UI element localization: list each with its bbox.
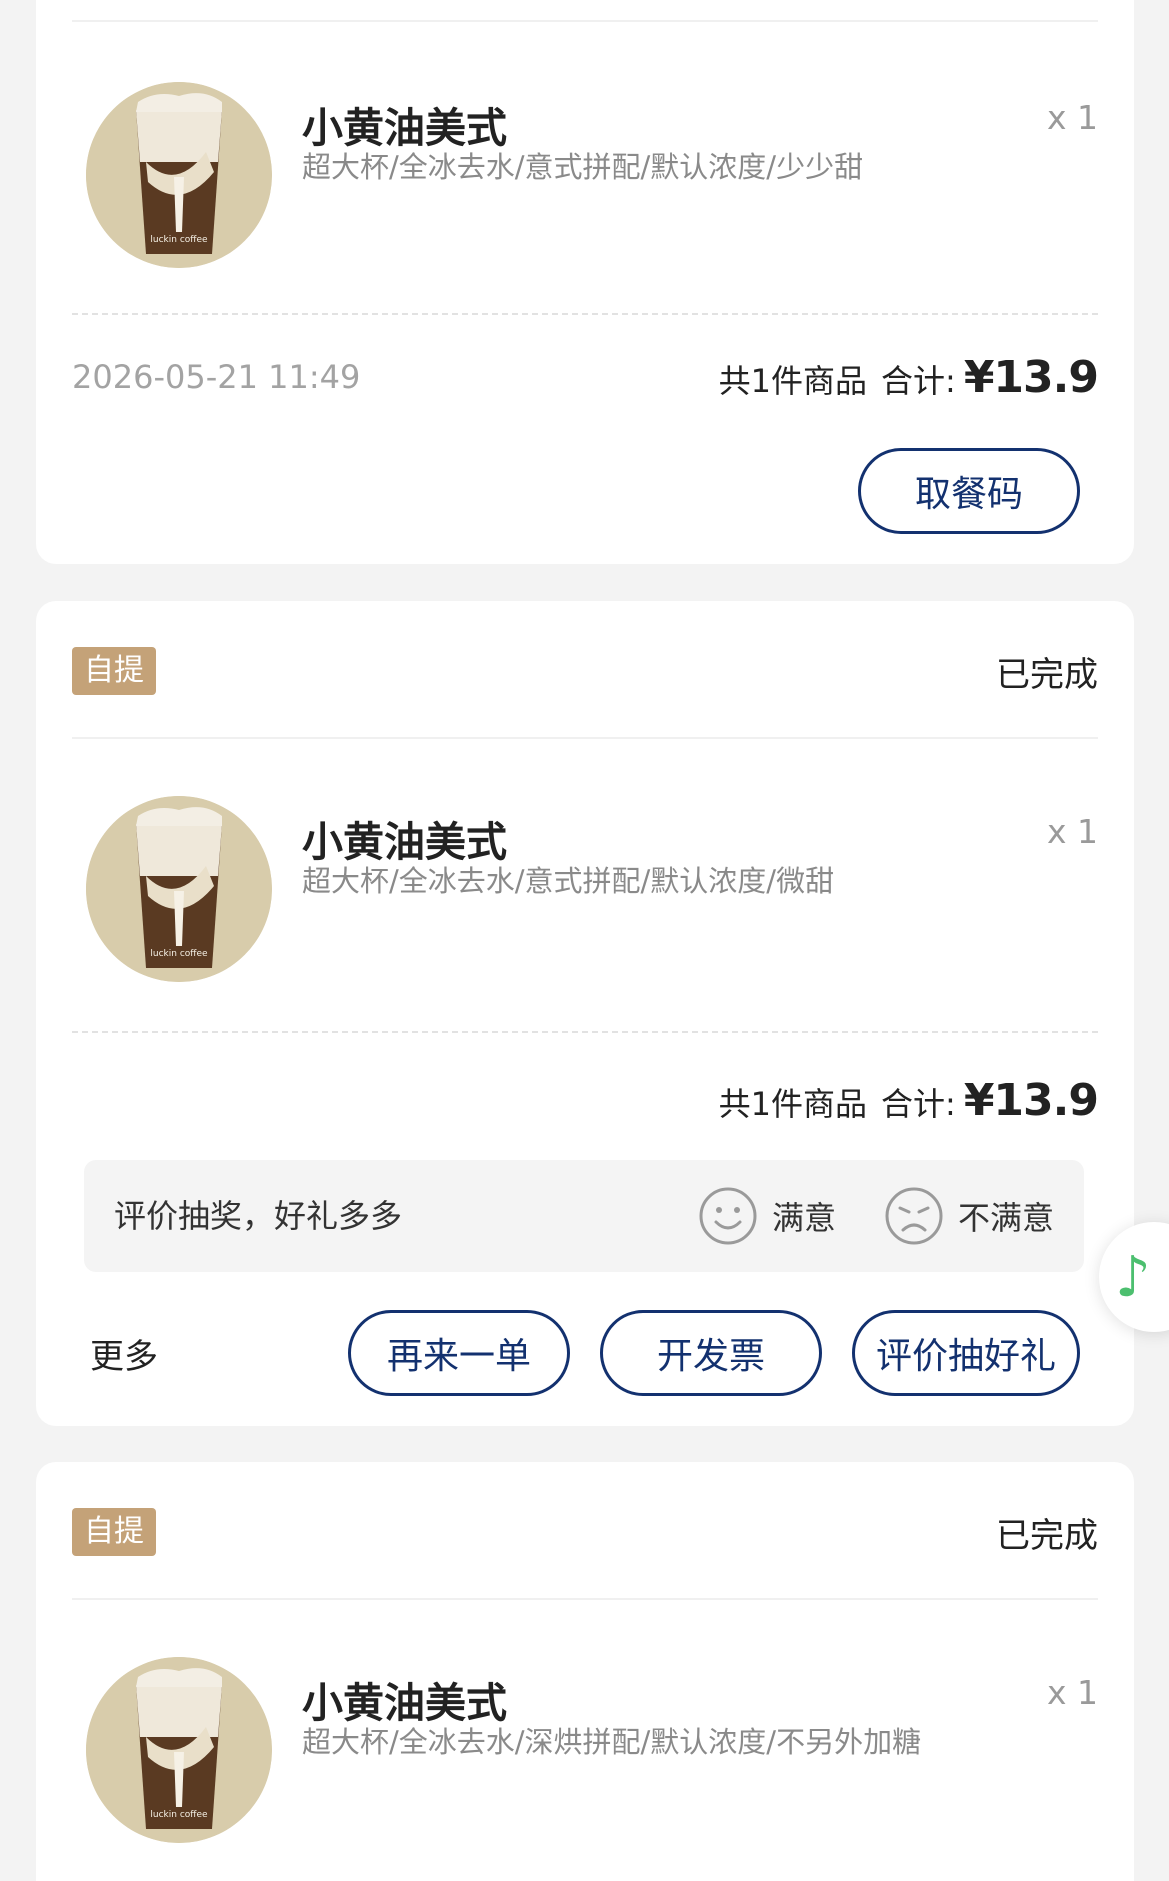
order-status: 已完成 bbox=[996, 1516, 1098, 1556]
quantity: x 1 bbox=[1046, 812, 1098, 851]
more-link[interactable]: 更多 bbox=[90, 1329, 158, 1378]
svg-text:luckin coffee: luckin coffee bbox=[150, 1810, 208, 1820]
total-price: ¥13.9 bbox=[963, 352, 1099, 403]
reorder-button[interactable]: 再来一单 bbox=[348, 1310, 570, 1396]
pickup-tag: 自提 bbox=[72, 647, 156, 695]
product-spec: 超大杯/全冰去水/意式拼配/默认浓度/少少甜 bbox=[302, 150, 864, 184]
order-card[interactable]: luckin coffee 小黄油美式 超大杯/全冰去水/意式拼配/默认浓度/少… bbox=[36, 0, 1134, 564]
order-total: 共1件商品 合计: ¥13.9 bbox=[718, 1075, 1099, 1126]
product-spec: 超大杯/全冰去水/深烘拼配/默认浓度/不另外加糖 bbox=[302, 1725, 922, 1759]
product-spec: 超大杯/全冰去水/意式拼配/默认浓度/微甜 bbox=[302, 864, 835, 898]
svg-text:luckin coffee: luckin coffee bbox=[150, 949, 208, 959]
quantity: x 1 bbox=[1046, 1673, 1098, 1712]
quantity: x 1 bbox=[1046, 98, 1098, 137]
rating-prompt: 评价抽奖，好礼多多 bbox=[114, 1197, 403, 1235]
order-status: 已完成 bbox=[996, 655, 1098, 695]
satisfied-label: 满意 bbox=[772, 1199, 837, 1237]
pickup-tag: 自提 bbox=[72, 1508, 156, 1556]
svg-text:luckin coffee: luckin coffee bbox=[150, 235, 208, 245]
pickup-code-button[interactable]: 取餐码 bbox=[858, 448, 1080, 534]
sad-face-icon bbox=[885, 1187, 943, 1245]
order-total: 共1件商品 合计: ¥13.9 bbox=[718, 352, 1099, 403]
item-count: 共1件商品 bbox=[718, 362, 868, 400]
product-image: luckin coffee bbox=[86, 1657, 272, 1843]
divider bbox=[72, 20, 1098, 22]
product-image: luckin coffee bbox=[86, 82, 272, 268]
invoice-button[interactable]: 开发票 bbox=[600, 1310, 822, 1396]
satisfied-option[interactable]: 满意 bbox=[698, 1160, 836, 1272]
divider bbox=[72, 1598, 1098, 1600]
unsatisfied-label: 不满意 bbox=[958, 1199, 1055, 1237]
review-button[interactable]: 评价抽好礼 bbox=[852, 1310, 1080, 1396]
product-image: luckin coffee bbox=[86, 796, 272, 982]
divider bbox=[72, 313, 1098, 315]
rating-banner: 评价抽奖，好礼多多 满意 不满意 bbox=[84, 1160, 1084, 1272]
order-card[interactable]: 自提 已完成 luckin coffee 小黄油美式 超大杯/全冰去水/深烘拼配… bbox=[36, 1462, 1134, 1881]
order-time: 2026-05-21 11:49 bbox=[72, 358, 361, 396]
divider bbox=[72, 737, 1098, 739]
order-card[interactable]: 自提 已完成 luckin coffee 小黄油美式 超大杯/全冰去水/意式拼配… bbox=[36, 601, 1134, 1426]
sum-label: 合计: bbox=[881, 362, 956, 400]
music-note-icon: ♪ bbox=[1115, 1244, 1151, 1310]
total-price: ¥13.9 bbox=[963, 1075, 1099, 1126]
smile-icon bbox=[699, 1187, 757, 1245]
unsatisfied-option[interactable]: 不满意 bbox=[884, 1160, 1054, 1272]
item-count: 共1件商品 bbox=[718, 1085, 868, 1123]
divider bbox=[72, 1031, 1098, 1033]
sum-label: 合计: bbox=[881, 1085, 956, 1123]
